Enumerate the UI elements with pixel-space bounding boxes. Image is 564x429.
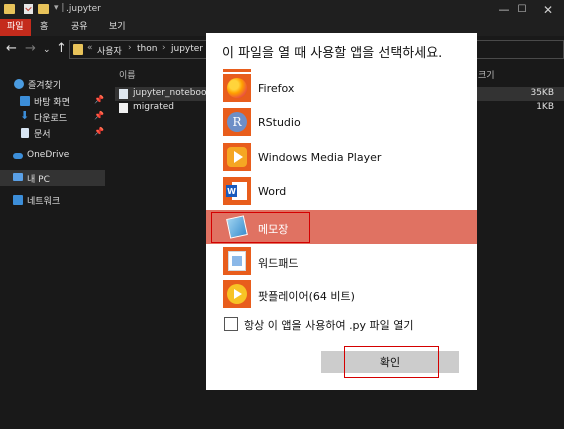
app-name: 팟플레이어(64 비트): [258, 290, 355, 303]
sidebar-item-network[interactable]: 네트워크: [0, 192, 105, 208]
network-icon: [13, 195, 23, 205]
folder-icon[interactable]: [4, 4, 15, 14]
pc-icon: [13, 173, 23, 181]
app-item-wordpad[interactable]: 워드패드: [206, 244, 477, 278]
sidebar-item-label: 내 PC: [27, 175, 50, 185]
sidebar-item-desktop[interactable]: 바탕 화면 📌: [0, 93, 105, 109]
sidebar-item-label: 다운로드: [34, 114, 68, 124]
breadcrumb-users[interactable]: 사용자: [97, 44, 122, 57]
dialog-title: 이 파일을 열 때 사용할 앱을 선택하세요.: [222, 46, 443, 61]
potplayer-icon: [223, 280, 251, 308]
app-item-firefox[interactable]: Firefox: [206, 71, 477, 105]
tab-share[interactable]: 공유: [64, 19, 95, 36]
navigation-pane: 즐겨찾기 바탕 화면 📌 ⬇ 다운로드 📌 문서 📌 OneDrive 내 PC…: [0, 62, 105, 429]
always-use-label[interactable]: 항상 이 앱을 사용하여 .py 파일 열기: [244, 317, 414, 333]
star-icon: [14, 79, 24, 89]
pin-icon: 📌: [94, 95, 104, 104]
sidebar-item-downloads[interactable]: ⬇ 다운로드 📌: [0, 109, 105, 125]
python-file-icon: [119, 89, 128, 99]
cloud-icon: [13, 153, 23, 159]
sidebar-item-this-pc[interactable]: 내 PC: [0, 170, 105, 186]
always-use-checkbox[interactable]: [224, 317, 238, 331]
tab-file[interactable]: 파일: [0, 19, 31, 36]
sidebar-item-quick-access[interactable]: 즐겨찾기: [0, 76, 105, 92]
explorer-titlebar: ▾ | .jupyter — ☐ ✕: [0, 0, 564, 19]
new-folder-icon[interactable]: [38, 4, 49, 14]
app-item-word[interactable]: W Word: [206, 174, 477, 208]
sidebar-item-label: 즐겨찾기: [28, 81, 62, 91]
file-name: migrated: [133, 102, 174, 112]
file-icon: [119, 103, 128, 113]
breadcrumb-thon[interactable]: thon: [137, 44, 157, 54]
pin-icon: 📌: [94, 111, 104, 120]
app-item-potplayer[interactable]: 팟플레이어(64 비트): [206, 277, 477, 311]
column-header-name[interactable]: 이름: [119, 68, 136, 81]
sidebar-item-label: 네트워크: [27, 197, 61, 207]
file-size: 35KB: [530, 88, 554, 98]
breadcrumb-chevron-icon[interactable]: ›: [128, 43, 132, 53]
annotation-highlight-ok-button: [344, 346, 439, 378]
pin-icon: 📌: [94, 127, 104, 136]
app-item-rstudio[interactable]: R RStudio: [206, 105, 477, 139]
desktop-icon: [20, 96, 30, 106]
sidebar-item-label: 문서: [34, 130, 51, 140]
close-button[interactable]: ✕: [530, 0, 564, 19]
app-name: RStudio: [258, 116, 301, 129]
sidebar-item-documents[interactable]: 문서 📌: [0, 125, 105, 141]
rstudio-icon: R: [223, 108, 251, 136]
address-folder-icon: [73, 44, 83, 55]
back-arrow-icon[interactable]: ←: [6, 42, 17, 55]
app-item-windows-media-player[interactable]: Windows Media Player: [206, 140, 477, 174]
properties-check-icon[interactable]: [24, 4, 33, 14]
column-header-size[interactable]: 크기: [478, 68, 495, 81]
recent-chevron-icon[interactable]: ⌄: [43, 44, 51, 57]
download-icon: ⬇: [20, 109, 30, 122]
sidebar-item-label: 바탕 화면: [34, 98, 70, 108]
tab-view[interactable]: 보기: [102, 19, 133, 36]
app-list[interactable]: Firefox R RStudio Windows Media Player W…: [206, 69, 477, 311]
app-name: 워드패드: [258, 257, 299, 270]
app-name: Windows Media Player: [258, 151, 382, 164]
breadcrumb-overflow-icon[interactable]: «: [87, 43, 93, 53]
word-icon: W: [223, 177, 251, 205]
media-player-icon: [223, 143, 251, 171]
tab-home[interactable]: 홈: [33, 19, 55, 36]
sidebar-item-label: OneDrive: [27, 150, 70, 160]
app-name: Word: [258, 185, 287, 198]
wordpad-icon: [223, 247, 251, 275]
up-arrow-icon[interactable]: ↑: [56, 42, 67, 55]
sidebar-item-onedrive[interactable]: OneDrive: [0, 148, 105, 164]
breadcrumb-jupyter[interactable]: jupyter: [171, 44, 203, 54]
forward-arrow-icon[interactable]: →: [25, 42, 36, 55]
app-name: Firefox: [258, 82, 295, 95]
firefox-icon: [223, 74, 251, 102]
quick-access-dropdown-icon[interactable]: ▾ |: [54, 3, 64, 13]
file-size: 1KB: [536, 102, 554, 112]
annotation-highlight-selected-app: [211, 212, 310, 243]
breadcrumb-chevron-icon[interactable]: ›: [162, 43, 166, 53]
document-icon: [21, 128, 29, 138]
window-title: .jupyter: [66, 4, 101, 14]
